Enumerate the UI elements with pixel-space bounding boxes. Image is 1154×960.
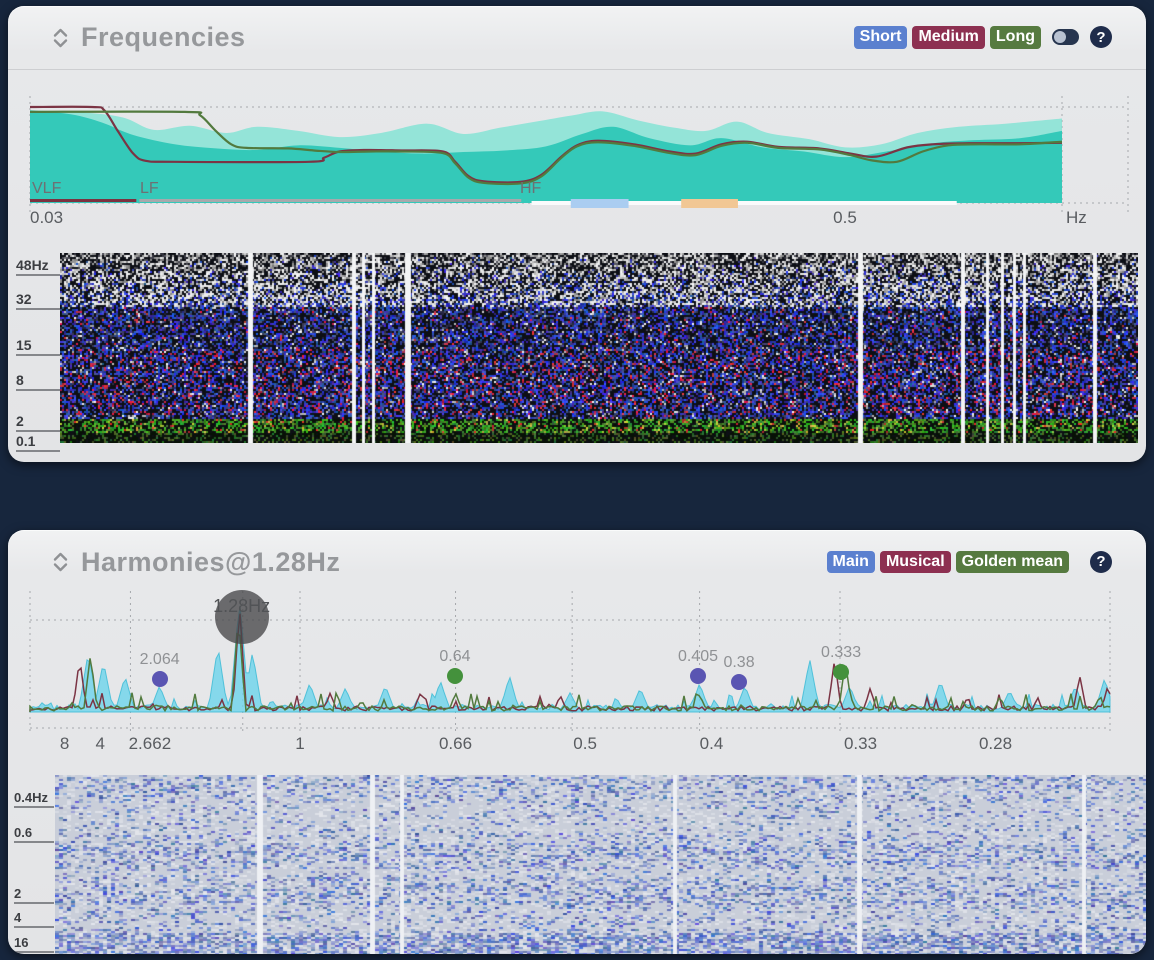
toggle-knob	[1054, 31, 1066, 43]
legend-toggle[interactable]	[1052, 29, 1079, 45]
harmonic-marker[interactable]	[447, 668, 463, 684]
harmonic-marker-label: 0.405	[678, 648, 718, 666]
spectrogram-ytick-label: 8	[16, 372, 60, 391]
freq-axis-min-label: 0.03	[30, 208, 63, 228]
freq-axis-mid-label: 0.5	[833, 208, 857, 228]
legend-short-button[interactable]: Short	[854, 26, 908, 48]
series-main-spectrum	[30, 606, 1110, 712]
frequencies-panel: Frequencies Short Medium Long ? VLF LF H…	[8, 6, 1146, 462]
harmonic-marker-label: 2.064	[140, 651, 180, 669]
app-background: Frequencies Short Medium Long ? VLF LF H…	[0, 0, 1154, 960]
legend-musical-button[interactable]: Musical	[880, 551, 951, 573]
frequencies-legend: Short Medium Long ?	[854, 26, 1112, 48]
harmonies-panel: Harmonies@1.28Hz Main Musical Golden mea…	[8, 530, 1146, 954]
legend-golden-mean-button[interactable]: Golden mean	[956, 551, 1069, 573]
harmonies-xtick-label: 1	[295, 734, 304, 754]
harmonies-xtick-label: 0.33	[844, 734, 877, 754]
spectrogram-ytick-label: 2	[14, 886, 54, 904]
legend-medium-button[interactable]: Medium	[912, 26, 984, 48]
spectrogram-ytick-label: 0.1	[16, 433, 60, 452]
harmonic-marker[interactable]	[690, 668, 706, 684]
frequencies-spectrogram-axis: 48Hz3215820.1	[8, 253, 60, 445]
collapse-expand-control[interactable]	[52, 27, 69, 49]
harmonies-xtick-label: 2.662	[129, 734, 172, 754]
harmonic-marker[interactable]	[731, 674, 747, 690]
harmonies-header: Harmonies@1.28Hz Main Musical Golden mea…	[8, 530, 1146, 594]
freq-axis-unit-label: Hz	[1066, 208, 1087, 228]
harmonies-spectrogram-axis: 0.4Hz 0.6 2 4 16	[8, 775, 60, 954]
harmonies-spectrogram: 0.4Hz 0.6 2 4 16	[8, 775, 1146, 954]
chevron-up-icon	[52, 27, 69, 38]
harmonies-spectrogram-canvas[interactable]	[55, 775, 1146, 954]
harmonies-legend: Main Musical Golden mean ?	[827, 551, 1113, 573]
spectrogram-ytick-label: 4	[14, 910, 54, 928]
legend-long-button[interactable]: Long	[990, 26, 1041, 48]
harmonic-marker-label: 0.38	[723, 654, 754, 672]
band-range-bar	[681, 199, 738, 208]
spectrogram-ytick-label: 32	[16, 291, 60, 310]
harmonic-marker-label: 1.28Hz	[213, 596, 270, 617]
collapse-expand-control[interactable]	[52, 551, 69, 573]
harmonies-xtick-label: 0.5	[573, 734, 597, 754]
harmonic-marker[interactable]	[833, 664, 849, 680]
band-range-bar	[139, 199, 521, 202]
harmonic-marker-label: 0.64	[439, 648, 470, 666]
harmonic-marker[interactable]	[152, 671, 168, 687]
harmonies-xtick-label: 8	[60, 734, 69, 754]
frequencies-spectrogram: 48Hz3215820.1	[8, 253, 1146, 445]
vlf-band-label: VLF	[32, 180, 61, 198]
band-range-bar	[30, 199, 136, 202]
spectrogram-ytick-label: 15	[16, 337, 60, 356]
harmonies-xtick-label: 0.28	[979, 734, 1012, 754]
spectrogram-ytick-label: 0.4Hz	[14, 790, 54, 808]
harmonies-xtick-label: 4	[95, 734, 104, 754]
spectrogram-ytick-label: 2	[16, 413, 60, 432]
legend-main-button[interactable]: Main	[827, 551, 875, 573]
spectrogram-ytick-label: 48Hz	[16, 257, 60, 276]
frequency-bands-chart[interactable]	[8, 92, 1146, 227]
frequency-bands-svg	[8, 92, 1146, 227]
frequencies-title: Frequencies	[81, 22, 246, 53]
frequencies-help-button[interactable]: ?	[1090, 26, 1112, 48]
band-range-bar	[571, 199, 629, 208]
harmonies-help-button[interactable]: ?	[1090, 551, 1112, 573]
frequencies-header: Frequencies Short Medium Long ?	[8, 6, 1146, 70]
chevron-up-icon	[52, 551, 69, 562]
spectrogram-ytick-label: 0.6	[14, 825, 54, 843]
harmonic-marker-label: 0.333	[821, 644, 861, 662]
chevron-down-icon	[52, 38, 69, 49]
frequencies-spectrogram-canvas[interactable]	[60, 253, 1138, 443]
harmonies-title: Harmonies@1.28Hz	[81, 547, 340, 578]
harmonies-xtick-label: 0.66	[439, 734, 472, 754]
harmonies-xtick-label: 0.4	[700, 734, 724, 754]
hf-band-label: HF	[520, 180, 541, 198]
spectrogram-ytick-label: 16	[14, 935, 54, 953]
chevron-down-icon	[52, 562, 69, 573]
lf-band-label: LF	[140, 180, 159, 198]
